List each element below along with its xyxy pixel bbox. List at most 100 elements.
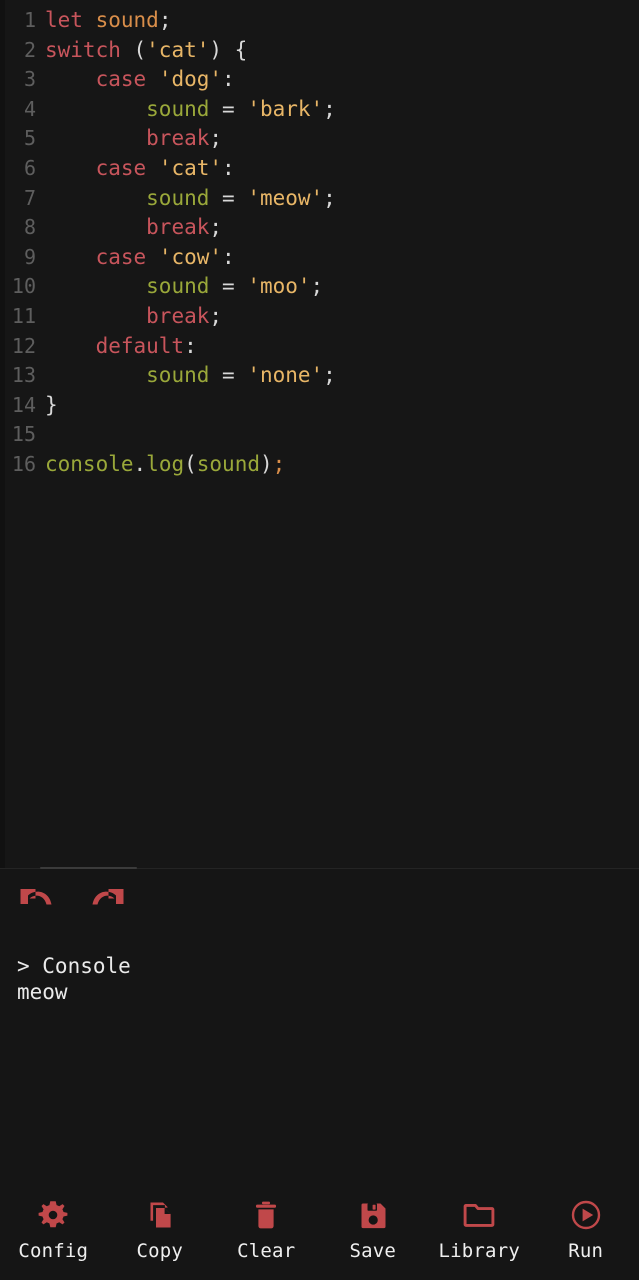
code-line-text: let sound; (36, 6, 171, 36)
code-token: case (95, 244, 147, 269)
library-button[interactable]: Library (426, 1180, 533, 1280)
code-line[interactable]: 6 case 'cat': (0, 154, 639, 184)
undo-button[interactable] (16, 886, 56, 920)
code-editor-pane[interactable]: 1 let sound; 2 switch ('cat') {3 case 'dog'… (0, 0, 639, 869)
code-line[interactable]: 1 let sound; (0, 6, 639, 36)
code-line[interactable]: 3 case 'dog': (0, 65, 639, 95)
code-token: sound (146, 274, 210, 299)
line-number: 9 (23, 244, 36, 269)
undo-arrow-icon (18, 886, 54, 920)
folder-icon (462, 1198, 496, 1232)
code-line-text: case 'cat': (36, 154, 235, 184)
code-token: } (45, 392, 58, 417)
code-token: : (184, 333, 197, 358)
line-number: 5 (23, 126, 36, 151)
console-log-line: meow (17, 980, 68, 1004)
code-line-text: default: (36, 332, 197, 362)
code-token: ; (272, 451, 286, 476)
code-line[interactable]: 9 case 'cow': (0, 243, 639, 273)
code-token: default (95, 333, 185, 358)
code-token: = (209, 274, 248, 299)
code-line-text: break; (36, 302, 222, 332)
code-token: 'moo' (247, 274, 311, 299)
code-line[interactable]: 15 (0, 420, 639, 450)
code-line[interactable]: 10 sound = 'moo'; (0, 272, 639, 302)
bottom-toolbar: Config Copy Clear Save Library Run (0, 1180, 639, 1280)
line-number: 8 (23, 215, 36, 240)
run-button-label: Run (568, 1240, 604, 1262)
code-token: 'cat' (158, 155, 223, 180)
code-line-text: sound = 'meow'; (36, 184, 336, 214)
code-token: sound (95, 8, 159, 32)
code-line[interactable]: 7 sound = 'meow'; (0, 184, 639, 214)
line-number: 10 (11, 274, 36, 299)
code-line[interactable]: 4 sound = 'bark'; (0, 95, 639, 125)
code-line[interactable]: 11 break; (0, 302, 639, 332)
line-number: 11 (11, 303, 36, 328)
code-token: = (209, 96, 248, 121)
code-token: ( (120, 37, 147, 62)
line-number: 4 (23, 96, 36, 121)
code-line-text: } (36, 391, 58, 421)
config-button-label: Config (18, 1240, 89, 1262)
code-token: sound (146, 185, 210, 210)
code-token: break (146, 215, 210, 240)
code-token: ; (310, 274, 324, 299)
code-token: ) { (209, 37, 248, 62)
code-token: 'bark' (247, 96, 324, 121)
play-circle-icon (569, 1198, 603, 1232)
history-controls (0, 886, 128, 920)
code-line-text: break; (36, 124, 222, 154)
code-token: = (209, 363, 248, 388)
line-number: 14 (11, 392, 36, 417)
code-line[interactable]: 16 console.log(sound); (0, 450, 639, 480)
trash-icon (249, 1198, 283, 1232)
code-line[interactable]: 12 default: (0, 332, 639, 362)
code-line[interactable]: 13 sound = 'none'; (0, 361, 639, 391)
code-line-text: sound = 'bark'; (36, 95, 336, 125)
code-line-text: console.log(sound); (36, 450, 285, 480)
code-line[interactable]: 8 break; (0, 213, 639, 243)
redo-arrow-icon (90, 886, 126, 920)
redo-button[interactable] (88, 886, 128, 920)
line-number: 15 (11, 422, 36, 447)
code-line[interactable]: 5 break; (0, 124, 639, 154)
code-line[interactable]: 14} (0, 391, 639, 421)
code-token: log (146, 451, 185, 476)
save-button-label: Save (349, 1240, 397, 1262)
copy-icon (143, 1198, 177, 1232)
library-button-label: Library (438, 1240, 520, 1262)
code-token: sound (196, 451, 260, 476)
line-number: 1 (23, 8, 36, 32)
config-button[interactable]: Config (0, 1180, 107, 1280)
code-token: : (222, 67, 235, 92)
code-token: break (146, 303, 210, 328)
copy-button[interactable]: Copy (107, 1180, 214, 1280)
save-button[interactable]: Save (320, 1180, 427, 1280)
code-line-text: break; (36, 213, 222, 243)
code-token: switch (45, 37, 121, 62)
code-line-list[interactable]: 1 let sound; 2 switch ('cat') {3 case 'dog'… (0, 0, 639, 480)
clear-button-label: Clear (237, 1240, 296, 1262)
code-token: = (209, 185, 248, 210)
line-number: 12 (11, 333, 36, 358)
code-token: ; (158, 8, 172, 32)
clear-button[interactable]: Clear (213, 1180, 320, 1280)
line-number: 16 (11, 451, 36, 476)
run-button[interactable]: Run (533, 1180, 639, 1280)
code-line-text: sound = 'none'; (36, 361, 336, 391)
code-token: 'cat' (146, 37, 210, 62)
code-line[interactable]: 2 switch ('cat') { (0, 36, 639, 66)
code-token: let (45, 8, 83, 32)
code-token: ; (209, 126, 223, 151)
code-token: : (222, 244, 235, 269)
